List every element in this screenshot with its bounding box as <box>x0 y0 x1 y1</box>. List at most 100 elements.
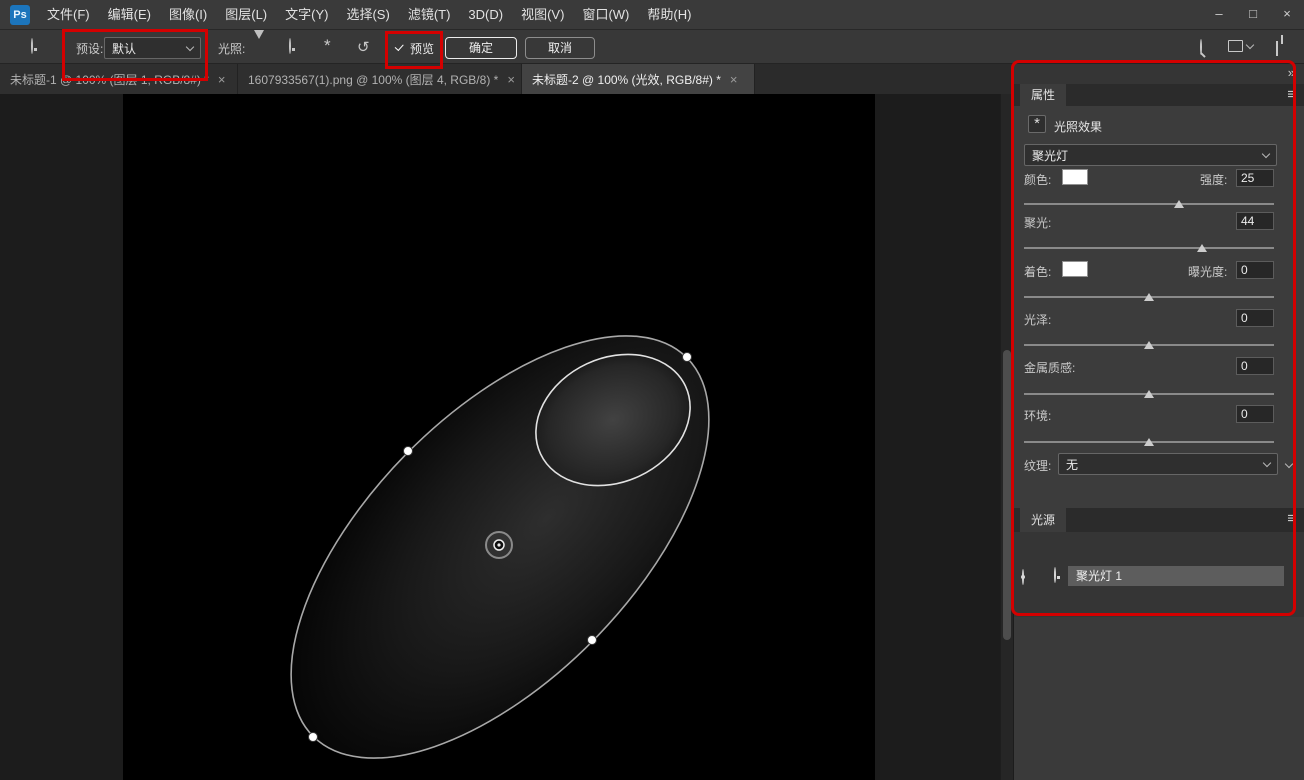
minimize-button[interactable]: – <box>1202 0 1236 29</box>
document-tab-label: 未标题-2 @ 100% (光效, RGB/8#) * <box>532 71 721 88</box>
tab-close-icon[interactable]: × <box>218 72 226 87</box>
exposure-label: 曝光度: <box>1188 263 1227 280</box>
spotlight-boundary-ellipse[interactable] <box>219 265 780 780</box>
hotspot-slider-thumb[interactable] <box>1197 244 1207 252</box>
exposure-slider[interactable] <box>1024 292 1274 302</box>
document-tab-3-active[interactable]: 未标题-2 @ 100% (光效, RGB/8#) * × <box>522 64 755 94</box>
properties-tab-strip: 属性 ≡ <box>1014 84 1304 106</box>
point-light-icon[interactable] <box>289 39 291 53</box>
menu-view[interactable]: 视图(V) <box>512 0 573 30</box>
light-center-widget[interactable] <box>486 532 512 558</box>
tab-close-icon[interactable]: × <box>507 72 515 87</box>
gloss-value-field[interactable]: 0 <box>1236 309 1274 327</box>
light-color-swatch[interactable] <box>1062 169 1088 185</box>
panel-scroll-down-icon[interactable] <box>1285 460 1293 468</box>
menu-type[interactable]: 文字(Y) <box>276 0 337 30</box>
light-handle-left[interactable] <box>404 447 413 456</box>
metallic-slider[interactable] <box>1024 389 1274 399</box>
lights-menu-icon[interactable]: ≡ <box>1287 508 1296 530</box>
tab-close-icon[interactable]: × <box>730 72 738 87</box>
preview-label: 预览 <box>410 40 434 57</box>
photoshop-logo: Ps <box>10 5 30 25</box>
collapse-panels-icon[interactable]: » <box>1288 65 1295 80</box>
lights-list: 聚光灯 1 <box>1014 532 1304 617</box>
menu-select[interactable]: 选择(S) <box>337 0 398 30</box>
scrollbar-thumb[interactable] <box>1003 350 1011 640</box>
lighting-widget-overlay[interactable] <box>123 94 875 780</box>
search-icon[interactable] <box>1200 40 1202 54</box>
menu-image[interactable]: 图像(I) <box>160 0 216 30</box>
chevron-down-icon <box>1263 458 1271 466</box>
reset-lights-icon[interactable]: ↺ <box>357 38 370 56</box>
ambience-slider-thumb[interactable] <box>1144 438 1154 446</box>
light-handle-top[interactable] <box>683 353 692 362</box>
colorize-swatch[interactable] <box>1062 261 1088 277</box>
light-list-item[interactable]: 聚光灯 1 <box>1068 566 1284 586</box>
metallic-value-field[interactable]: 0 <box>1236 357 1274 375</box>
exposure-value-field[interactable]: 0 <box>1236 261 1274 279</box>
panel-menu-icon[interactable]: ≡ <box>1287 84 1296 106</box>
document-tab-label: 未标题-1 @ 100% (图层 1, RGB/8#) * <box>10 71 209 88</box>
close-button[interactable]: × <box>1270 0 1304 29</box>
document-tabbar: 未标题-1 @ 100% (图层 1, RGB/8#) * × 16079335… <box>0 64 1014 94</box>
menu-filter[interactable]: 滤镜(T) <box>399 0 460 30</box>
titlebar: Ps 文件(F) 编辑(E) 图像(I) 图层(L) 文字(Y) 选择(S) 滤… <box>0 0 1304 30</box>
texture-label: 纹理: <box>1024 457 1051 474</box>
preset-select[interactable]: 默认 <box>104 37 201 59</box>
properties-panel: » 属性 ≡ * 光照效果 聚光灯 颜色: 强度: 25 聚光: 44 着色: … <box>1014 64 1304 780</box>
slider-track[interactable] <box>1024 247 1274 249</box>
light-handle-right[interactable] <box>588 636 597 645</box>
ambience-slider[interactable] <box>1024 437 1274 447</box>
gloss-slider[interactable] <box>1024 340 1274 350</box>
tab-properties[interactable]: 属性 <box>1020 84 1066 106</box>
document-tab-1[interactable]: 未标题-1 @ 100% (图层 1, RGB/8#) * × <box>0 64 238 94</box>
menu-file[interactable]: 文件(F) <box>38 0 99 30</box>
intensity-slider-thumb[interactable] <box>1174 200 1184 208</box>
effect-title: 光照效果 <box>1054 118 1102 135</box>
document-tab-2[interactable]: 1607933567(1).png @ 100% (图层 4, RGB/8) *… <box>238 64 522 94</box>
exposure-slider-thumb[interactable] <box>1144 293 1154 301</box>
cancel-button[interactable]: 取消 <box>525 37 595 59</box>
color-label: 颜色: <box>1024 171 1051 188</box>
ambience-value-field[interactable]: 0 <box>1236 405 1274 423</box>
light-handle-bottom[interactable] <box>309 733 318 742</box>
menu-3d[interactable]: 3D(D) <box>459 0 512 30</box>
options-bar: 预设: 默认 光照: * ↺ 预览 确定 取消 <box>0 30 1304 64</box>
menu-help[interactable]: 帮助(H) <box>638 0 700 30</box>
infinite-light-icon[interactable]: * <box>324 39 331 53</box>
menu-layer[interactable]: 图层(L) <box>216 0 276 30</box>
gloss-slider-thumb[interactable] <box>1144 341 1154 349</box>
lights-label: 光照: <box>218 40 245 57</box>
maximize-button[interactable]: □ <box>1236 0 1270 29</box>
chevron-down-icon <box>1262 149 1270 157</box>
texture-value: 无 <box>1066 456 1078 473</box>
hotspot-value-field[interactable]: 44 <box>1236 212 1274 230</box>
workspace-switcher-icon[interactable] <box>1228 40 1253 52</box>
lighting-effects-icon: * <box>1028 115 1046 133</box>
canvas-area <box>0 94 1014 780</box>
intensity-slider[interactable] <box>1024 199 1274 209</box>
properties-content: * 光照效果 聚光灯 颜色: 强度: 25 聚光: 44 着色: 曝光度: 0 <box>1014 106 1304 508</box>
light-type-select[interactable]: 聚光灯 <box>1024 144 1277 166</box>
metallic-slider-thumb[interactable] <box>1144 390 1154 398</box>
document-image[interactable] <box>123 94 875 780</box>
document-tab-label: 1607933567(1).png @ 100% (图层 4, RGB/8) * <box>248 71 498 88</box>
hotspot-slider[interactable] <box>1024 243 1274 253</box>
vertical-scrollbar[interactable] <box>1000 94 1013 780</box>
ok-button[interactable]: 确定 <box>445 37 517 59</box>
panel-dock-header: » <box>1014 64 1304 84</box>
visibility-eye-icon[interactable] <box>1022 570 1024 584</box>
menu-edit[interactable]: 编辑(E) <box>99 0 160 30</box>
spot-light-mini-icon <box>1054 568 1056 582</box>
menu-window[interactable]: 窗口(W) <box>573 0 638 30</box>
share-icon[interactable] <box>1276 41 1278 55</box>
intensity-label: 强度: <box>1200 171 1227 188</box>
intensity-value-field[interactable]: 25 <box>1236 169 1274 187</box>
metallic-label: 金属质感: <box>1024 359 1075 376</box>
window-controls: – □ × <box>1202 0 1304 29</box>
tab-lights[interactable]: 光源 <box>1020 508 1066 532</box>
slider-track[interactable] <box>1024 203 1274 205</box>
texture-select[interactable]: 无 <box>1058 453 1278 475</box>
spot-light-icon[interactable] <box>254 39 264 53</box>
preset-value: 默认 <box>112 40 136 57</box>
